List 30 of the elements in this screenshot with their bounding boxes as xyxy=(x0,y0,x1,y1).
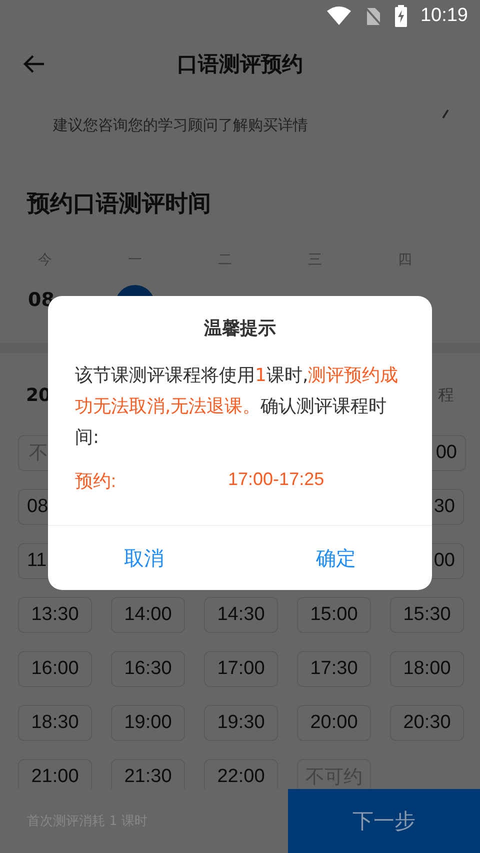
back-arrow-icon[interactable] xyxy=(22,54,46,74)
time-slot[interactable]: 14:00 xyxy=(111,597,185,633)
time-slot[interactable]: 17:30 xyxy=(297,651,371,687)
booking-label: 预约: xyxy=(75,470,116,493)
battery-charging-icon xyxy=(394,5,408,27)
dialog-message: 该节课测评课程将使用 1课时,测评预约成功无法取消,无法退课。确认测评课程时间: xyxy=(75,364,400,450)
time-slot[interactable]: 20:30 xyxy=(390,705,464,741)
time-slot[interactable]: 15:30 xyxy=(390,597,464,633)
no-sim-icon xyxy=(364,6,382,26)
time-slot[interactable]: 19:30 xyxy=(204,705,278,741)
section-title: 预约口语测评时间 xyxy=(26,190,212,219)
dialog-title: 温馨提示 xyxy=(202,317,277,340)
notice-text: 建议您咨询您的学习顾问了解购买详情 xyxy=(53,116,308,135)
time-slot[interactable]: 13:30 xyxy=(18,597,92,633)
time-slot[interactable]: 17:00 xyxy=(204,651,278,687)
wifi-icon xyxy=(326,6,352,26)
time-slot[interactable]: 16:00 xyxy=(18,651,92,687)
page-title: 口语测评预约 xyxy=(177,51,303,78)
time-slot[interactable]: 16:30 xyxy=(111,651,185,687)
clock-time: 10:19 xyxy=(420,5,468,27)
time-slot[interactable]: 15:00 xyxy=(297,597,371,633)
next-step-button[interactable]: 下一步 xyxy=(288,789,480,853)
cancel-button[interactable]: 取消 xyxy=(48,526,240,590)
time-slot[interactable]: 14:30 xyxy=(204,597,278,633)
time-slot[interactable]: 18:30 xyxy=(18,705,92,741)
booking-time: 17:00-17:25 xyxy=(228,469,324,491)
time-slot[interactable]: 20:00 xyxy=(297,705,371,741)
confirm-button[interactable]: 确定 xyxy=(240,526,432,590)
time-slot[interactable]: 18:00 xyxy=(390,651,464,687)
time-slot[interactable]: 19:00 xyxy=(111,705,185,741)
